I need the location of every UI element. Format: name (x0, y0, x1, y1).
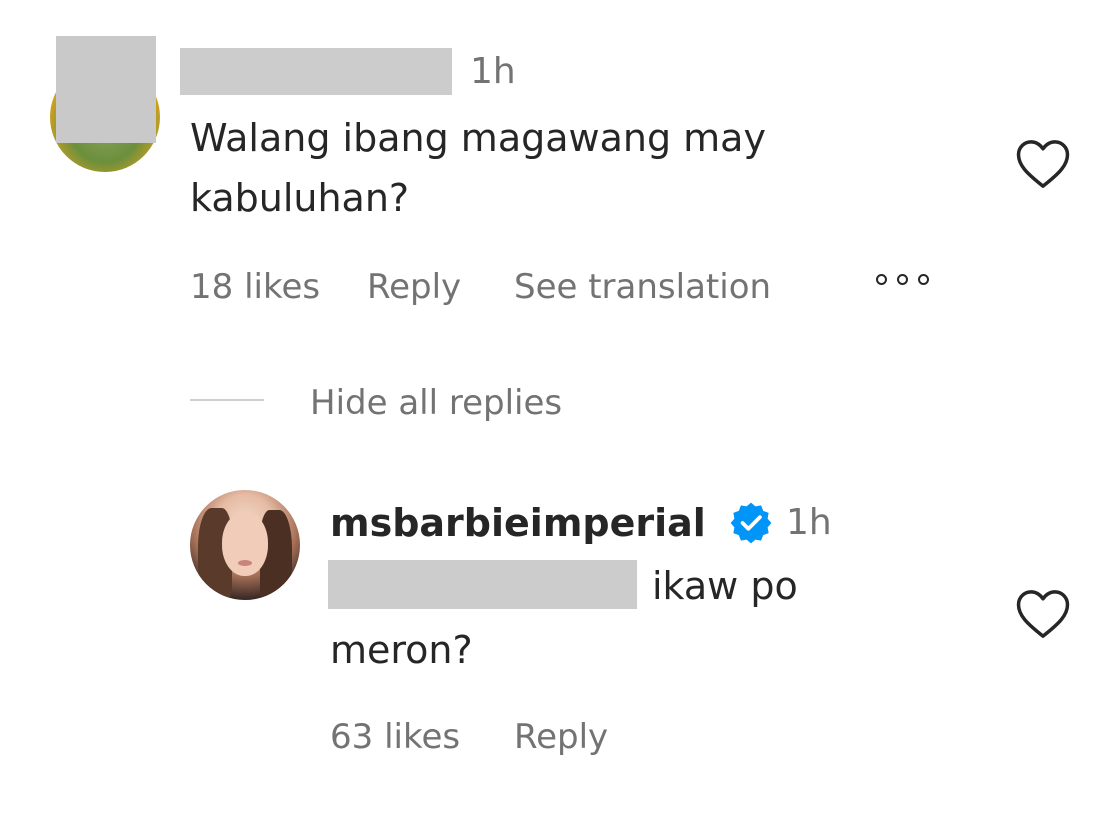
verified-badge-icon (730, 502, 772, 544)
reply-likes-count[interactable]: 63 likes (330, 717, 460, 757)
mention-redaction (328, 560, 637, 609)
comment-reply-button[interactable]: Reply (367, 267, 461, 307)
reply-text-line2: meron? (330, 628, 473, 672)
more-options-icon[interactable] (876, 274, 929, 285)
comment-timestamp: 1h (470, 51, 516, 92)
reply-timestamp: 1h (786, 502, 832, 543)
dot (918, 274, 929, 285)
dot (876, 274, 887, 285)
reply-text-line1: ikaw po (652, 564, 798, 608)
commenter-username-redaction (180, 48, 452, 95)
dot (897, 274, 908, 285)
commenter-avatar[interactable] (48, 36, 162, 172)
heart-outline-icon[interactable] (1015, 138, 1071, 190)
avatar-redaction (56, 36, 156, 143)
avatar-lips (238, 560, 252, 566)
reply-username[interactable]: msbarbieimperial (330, 498, 706, 548)
comment-text: Walang ibang magawang may kabuluhan? (190, 116, 766, 220)
reply-avatar[interactable] (190, 490, 300, 600)
reply-reply-button[interactable]: Reply (514, 717, 608, 757)
see-translation-button[interactable]: See translation (514, 267, 771, 307)
hide-all-replies-button[interactable]: Hide all replies (310, 383, 562, 423)
replies-divider-line (190, 399, 264, 401)
comment-likes-count[interactable]: 18 likes (190, 267, 320, 307)
avatar-face (222, 512, 268, 576)
heart-outline-icon[interactable] (1015, 588, 1071, 640)
